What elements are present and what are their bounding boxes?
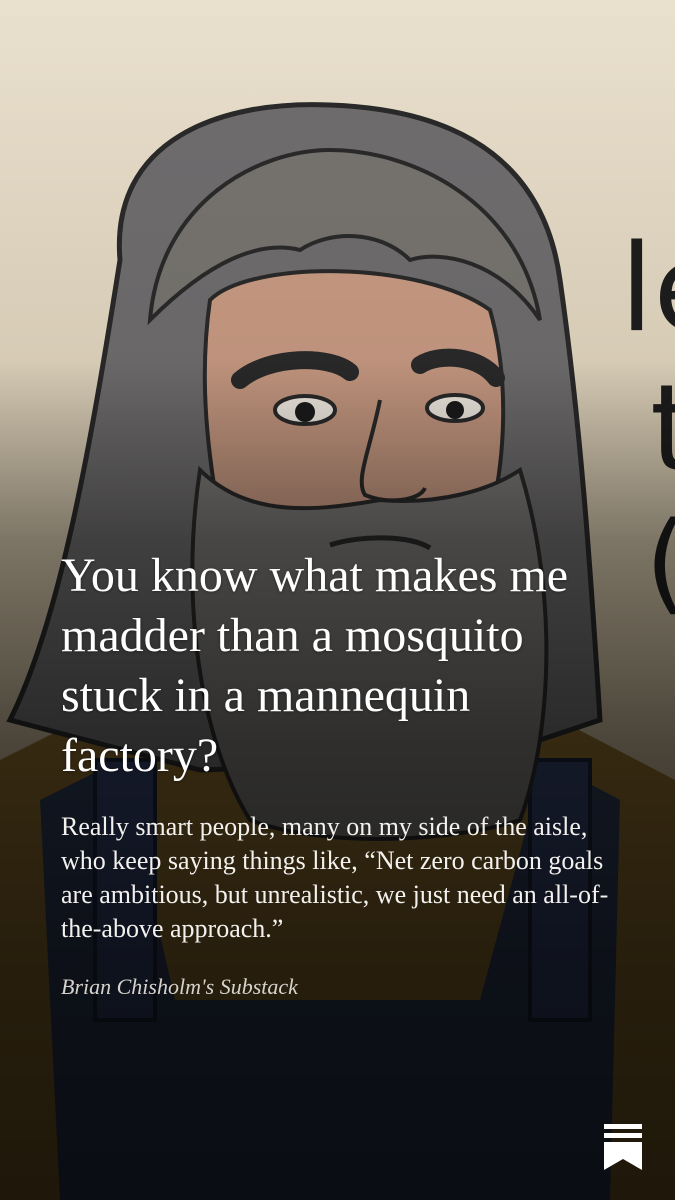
post-text-block: You know what makes me madder than a mos… bbox=[61, 546, 615, 1002]
share-card: le t ( You know what makes me madder tha… bbox=[0, 0, 675, 1200]
substack-bookmark-icon bbox=[604, 1124, 642, 1170]
post-headline: You know what makes me madder than a mos… bbox=[61, 549, 569, 782]
publication-name: Brian Chisholm's Substack bbox=[61, 974, 298, 999]
post-excerpt: Really smart people, many on my side of … bbox=[61, 812, 609, 943]
